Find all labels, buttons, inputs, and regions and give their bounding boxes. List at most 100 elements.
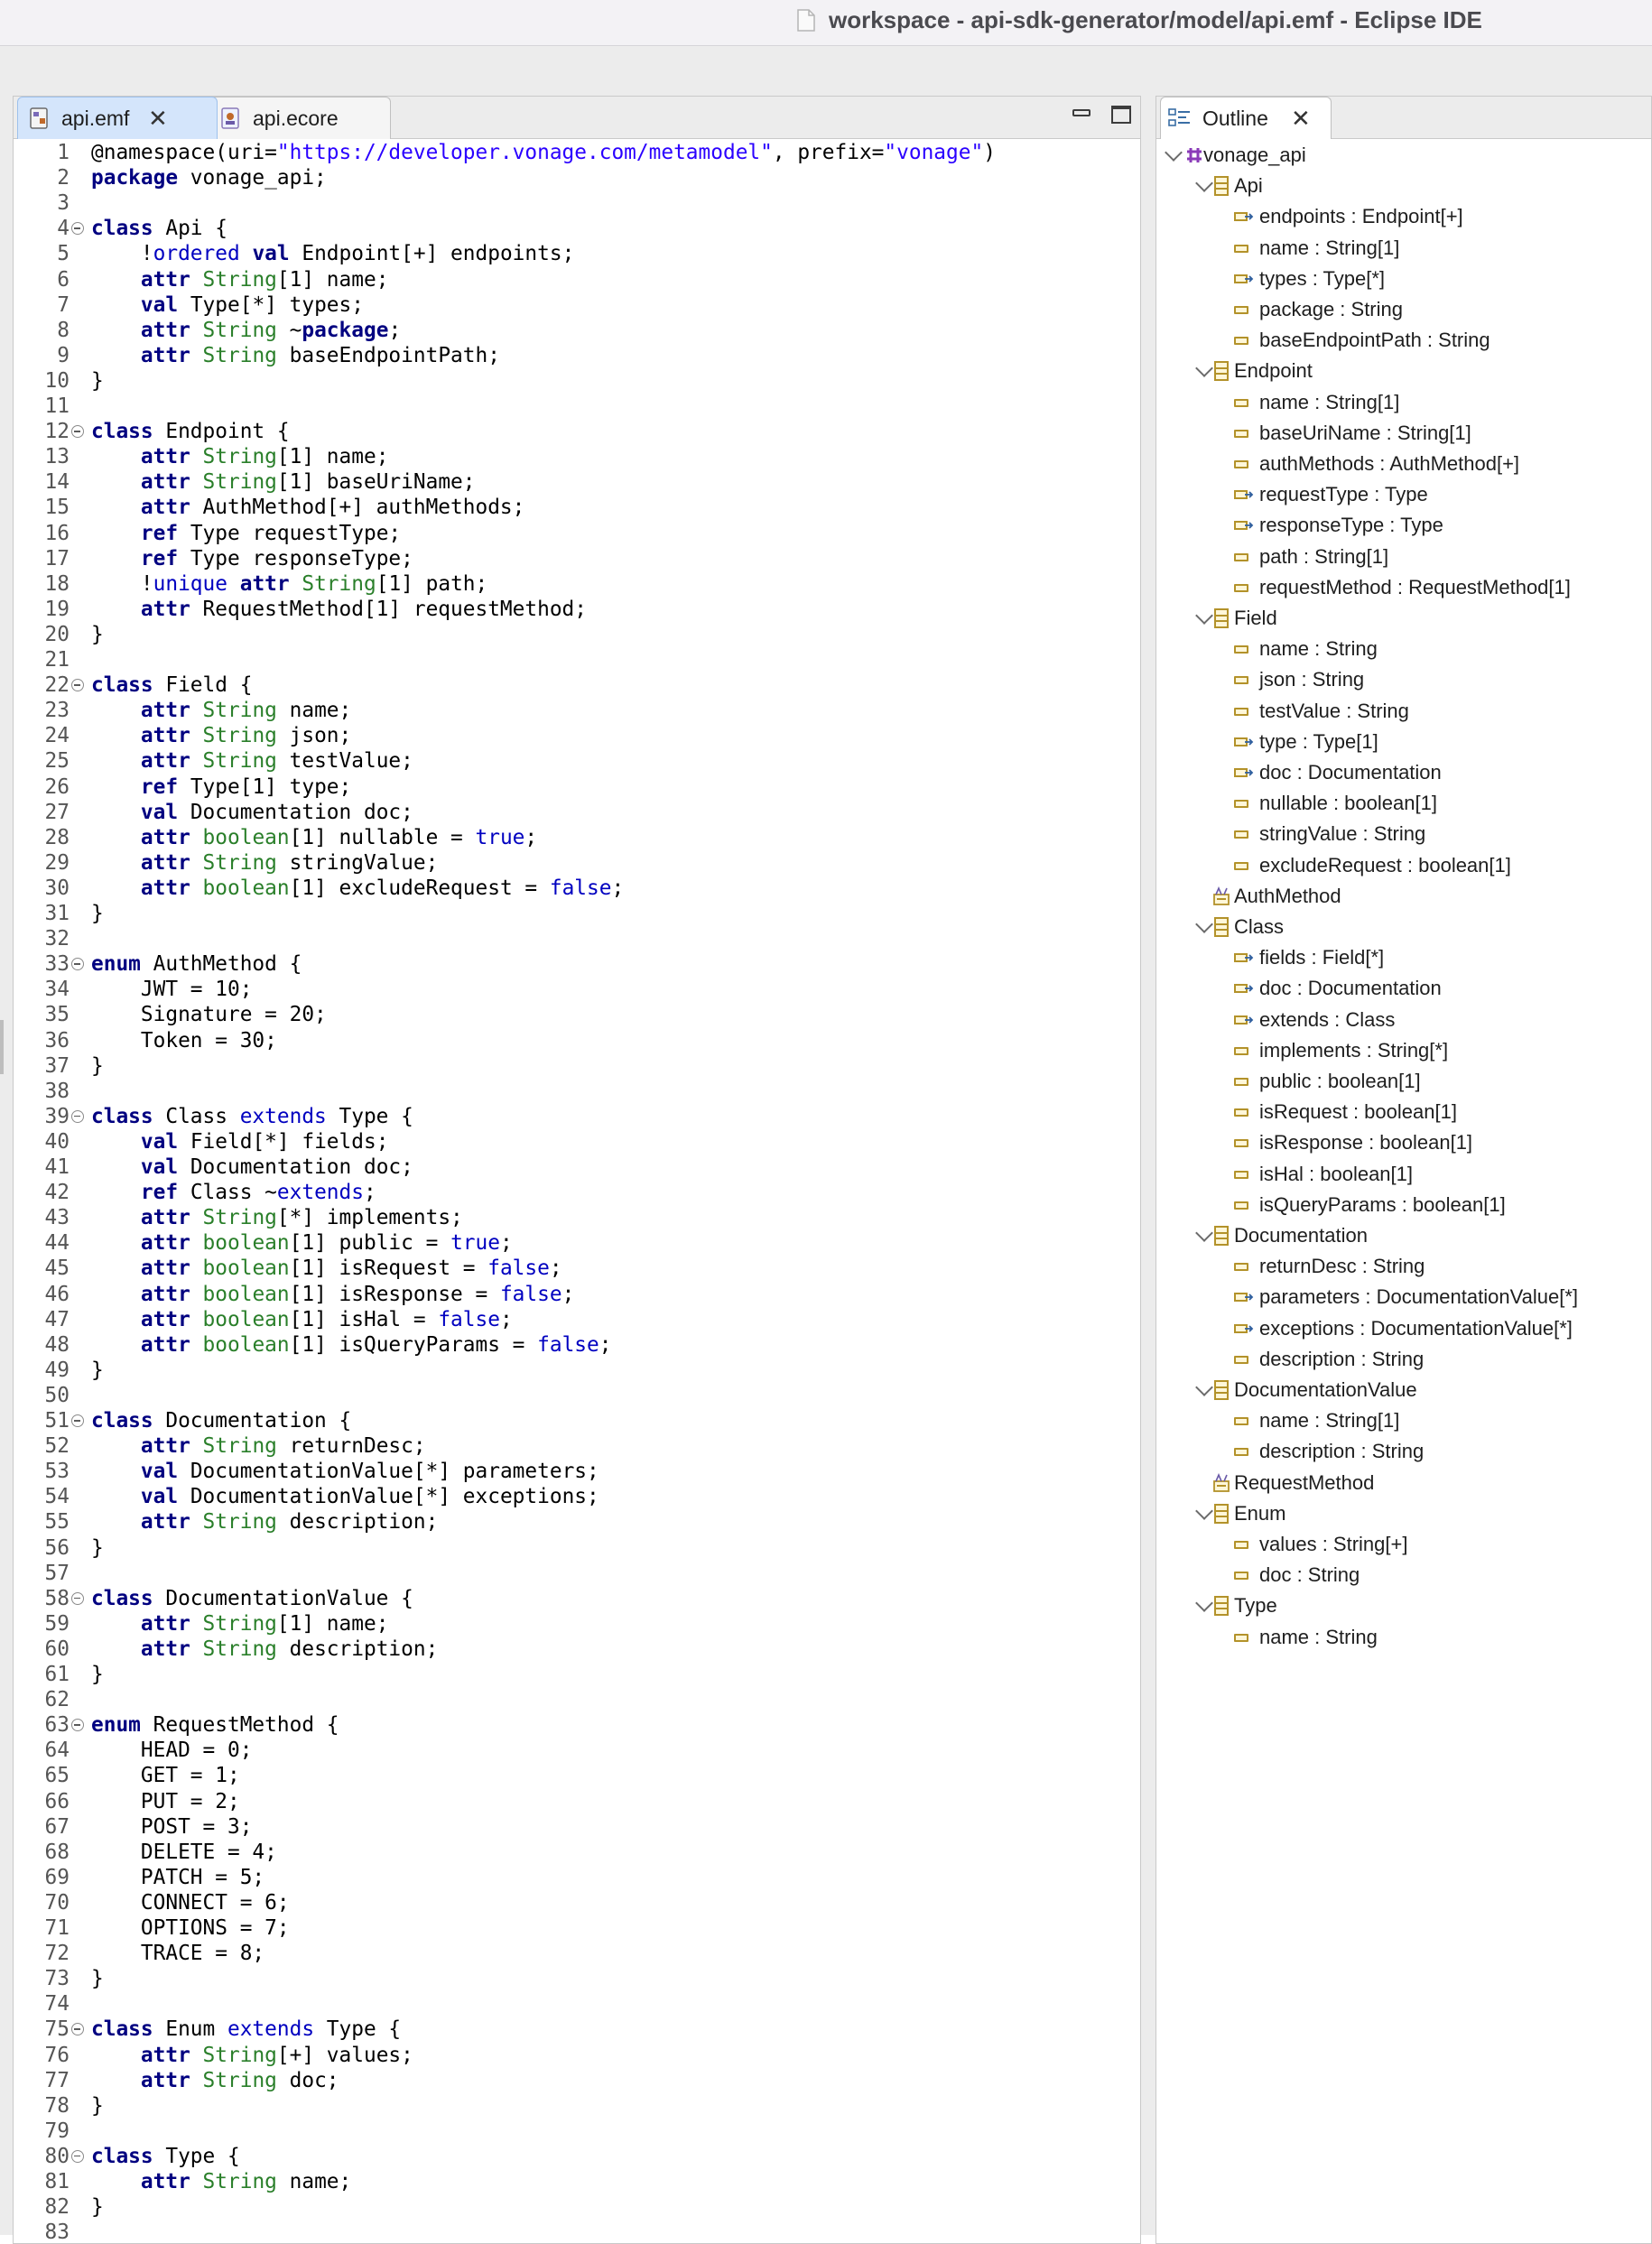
outline-feature-item[interactable]: extends : Class [1156,1005,1651,1035]
outline-feature-item[interactable]: type : Type[1] [1156,727,1651,757]
code-line[interactable]: 66 PUT = 2; [14,1789,1140,1814]
close-icon[interactable]: ✕ [1291,97,1311,139]
code-line[interactable]: 12 class Endpoint { [14,419,1140,444]
outline-class-item[interactable]: Documentation [1156,1220,1651,1251]
code-line[interactable]: 45 attr boolean[1] isRequest = false; [14,1256,1140,1281]
code-line[interactable]: 58 class DocumentationValue { [14,1586,1140,1611]
outline-class-item[interactable]: Field [1156,603,1651,634]
code-line[interactable]: 70 CONNECT = 6; [14,1890,1140,1915]
code-line[interactable]: 69 PATCH = 5; [14,1865,1140,1890]
fold-toggle-icon[interactable] [71,2149,84,2163]
fold-toggle-icon[interactable] [71,2023,84,2036]
code-line[interactable]: 36 Token = 30; [14,1028,1140,1053]
code-line[interactable]: 61} [14,1662,1140,1687]
fold-toggle-icon[interactable] [71,222,84,236]
code-line[interactable]: 18 !unique attr String[1] path; [14,571,1140,597]
tab-outline[interactable]: Outline ✕ [1160,97,1332,139]
code-line[interactable]: 73} [14,1966,1140,1991]
code-line[interactable]: 24 attr String json; [14,723,1140,748]
code-line[interactable]: 7 val Type[*] types; [14,292,1140,318]
outline-feature-item[interactable]: stringValue : String [1156,819,1651,849]
code-line[interactable]: 67 POST = 3; [14,1814,1140,1840]
outline-feature-item[interactable]: name : String[1] [1156,233,1651,264]
code-line[interactable]: 62 [14,1687,1140,1712]
outline-feature-item[interactable]: authMethods : AuthMethod[+] [1156,449,1651,479]
code-line[interactable]: 44 attr boolean[1] public = true; [14,1230,1140,1256]
code-line[interactable]: 54 val DocumentationValue[*] exceptions; [14,1484,1140,1509]
code-line[interactable]: 83 [14,2220,1140,2243]
code-line[interactable]: 65 GET = 1; [14,1763,1140,1788]
chevron-down-icon[interactable] [1195,1224,1213,1242]
code-line[interactable]: 49} [14,1358,1140,1383]
outline-feature-item[interactable]: nullable : boolean[1] [1156,788,1651,819]
outline-feature-item[interactable]: testValue : String [1156,696,1651,727]
code-line[interactable]: 64 HEAD = 0; [14,1738,1140,1763]
outline-feature-item[interactable]: baseEndpointPath : String [1156,325,1651,356]
outline-feature-item[interactable]: returnDesc : String [1156,1251,1651,1282]
code-line[interactable]: 33 enum AuthMethod { [14,951,1140,977]
fold-toggle-icon[interactable] [71,1719,84,1732]
outline-feature-item[interactable]: package : String [1156,294,1651,325]
outline-feature-item[interactable]: doc : String [1156,1560,1651,1590]
fold-toggle-icon[interactable] [71,958,84,971]
code-line[interactable]: 51 class Documentation { [14,1408,1140,1433]
code-line[interactable]: 48 attr boolean[1] isQueryParams = false… [14,1332,1140,1358]
outline-feature-item[interactable]: description : String [1156,1436,1651,1467]
outline-feature-item[interactable]: doc : Documentation [1156,973,1651,1004]
code-line[interactable]: 75 class Enum extends Type { [14,2017,1140,2042]
code-line[interactable]: 1 @namespace(uri="https://developer.vonag… [14,140,1140,165]
outline-feature-item[interactable]: public : boolean[1] [1156,1066,1651,1097]
outline-class-item[interactable]: Endpoint [1156,356,1651,386]
code-line[interactable]: 56} [14,1535,1140,1561]
outline-feature-item[interactable]: name : String[1] [1156,1405,1651,1436]
outline-class-item[interactable]: RequestMethod [1156,1468,1651,1498]
code-line[interactable]: 63 enum RequestMethod { [14,1712,1140,1738]
outline-feature-item[interactable]: implements : String[*] [1156,1035,1651,1066]
outline-feature-item[interactable]: requestMethod : RequestMethod[1] [1156,572,1651,603]
code-line[interactable]: 4 class Api { [14,216,1140,241]
outline-feature-item[interactable]: isHal : boolean[1] [1156,1159,1651,1190]
code-line[interactable]: 26 ref Type[1] type; [14,774,1140,800]
code-line[interactable]: 40 val Field[*] fields; [14,1129,1140,1154]
code-line[interactable]: 78} [14,2093,1140,2119]
outline-feature-item[interactable]: excludeRequest : boolean[1] [1156,850,1651,881]
code-line[interactable]: 39 class Class extends Type { [14,1104,1140,1129]
code-line[interactable]: 9 attr String baseEndpointPath; [14,343,1140,368]
fold-toggle-icon[interactable] [71,1591,84,1605]
chevron-down-icon[interactable] [1195,1594,1213,1613]
code-line[interactable]: 8 attr String ~package; [14,318,1140,343]
code-line[interactable]: 21 [14,647,1140,672]
outline-class-item[interactable]: Class [1156,912,1651,942]
code-line[interactable]: 41 val Documentation doc; [14,1154,1140,1180]
outline-feature-item[interactable]: name : String[1] [1156,387,1651,418]
outline-tree[interactable]: vonage_api Api endpoints : Endpoint[+] name… [1156,140,1651,2243]
outline-package-item[interactable]: vonage_api [1156,140,1651,171]
fold-toggle-icon[interactable] [71,425,84,439]
outline-feature-item[interactable]: responseType : Type [1156,510,1651,541]
chevron-down-icon[interactable] [1195,607,1213,625]
chevron-down-icon[interactable] [1195,915,1213,933]
outline-feature-item[interactable]: path : String[1] [1156,542,1651,572]
code-line[interactable]: 28 attr boolean[1] nullable = true; [14,825,1140,850]
code-line[interactable]: 13 attr String[1] name; [14,444,1140,469]
code-line[interactable]: 22 class Field { [14,672,1140,698]
chevron-down-icon[interactable] [1195,174,1213,193]
outline-class-item[interactable]: Type [1156,1590,1651,1621]
fold-toggle-icon[interactable] [71,1109,84,1123]
code-line[interactable]: 59 attr String[1] name; [14,1611,1140,1637]
outline-feature-item[interactable]: isRequest : boolean[1] [1156,1097,1651,1127]
outline-feature-item[interactable]: baseUriName : String[1] [1156,418,1651,449]
code-editor[interactable]: 1 @namespace(uri="https://developer.vonag… [14,140,1140,2243]
code-line[interactable]: 55 attr String description; [14,1509,1140,1535]
code-line[interactable]: 5 !ordered val Endpoint[+] endpoints; [14,241,1140,266]
code-line[interactable]: 17 ref Type responseType; [14,546,1140,571]
outline-feature-item[interactable]: doc : Documentation [1156,757,1651,788]
code-line[interactable]: 19 attr RequestMethod[1] requestMethod; [14,597,1140,622]
code-line[interactable]: 71 OPTIONS = 7; [14,1915,1140,1941]
outline-feature-item[interactable]: name : String [1156,634,1651,664]
outline-feature-item[interactable]: endpoints : Endpoint[+] [1156,201,1651,232]
outline-feature-item[interactable]: isQueryParams : boolean[1] [1156,1190,1651,1220]
code-line[interactable]: 25 attr String testValue; [14,748,1140,774]
code-line[interactable]: 20} [14,622,1140,647]
outline-feature-item[interactable]: fields : Field[*] [1156,942,1651,973]
